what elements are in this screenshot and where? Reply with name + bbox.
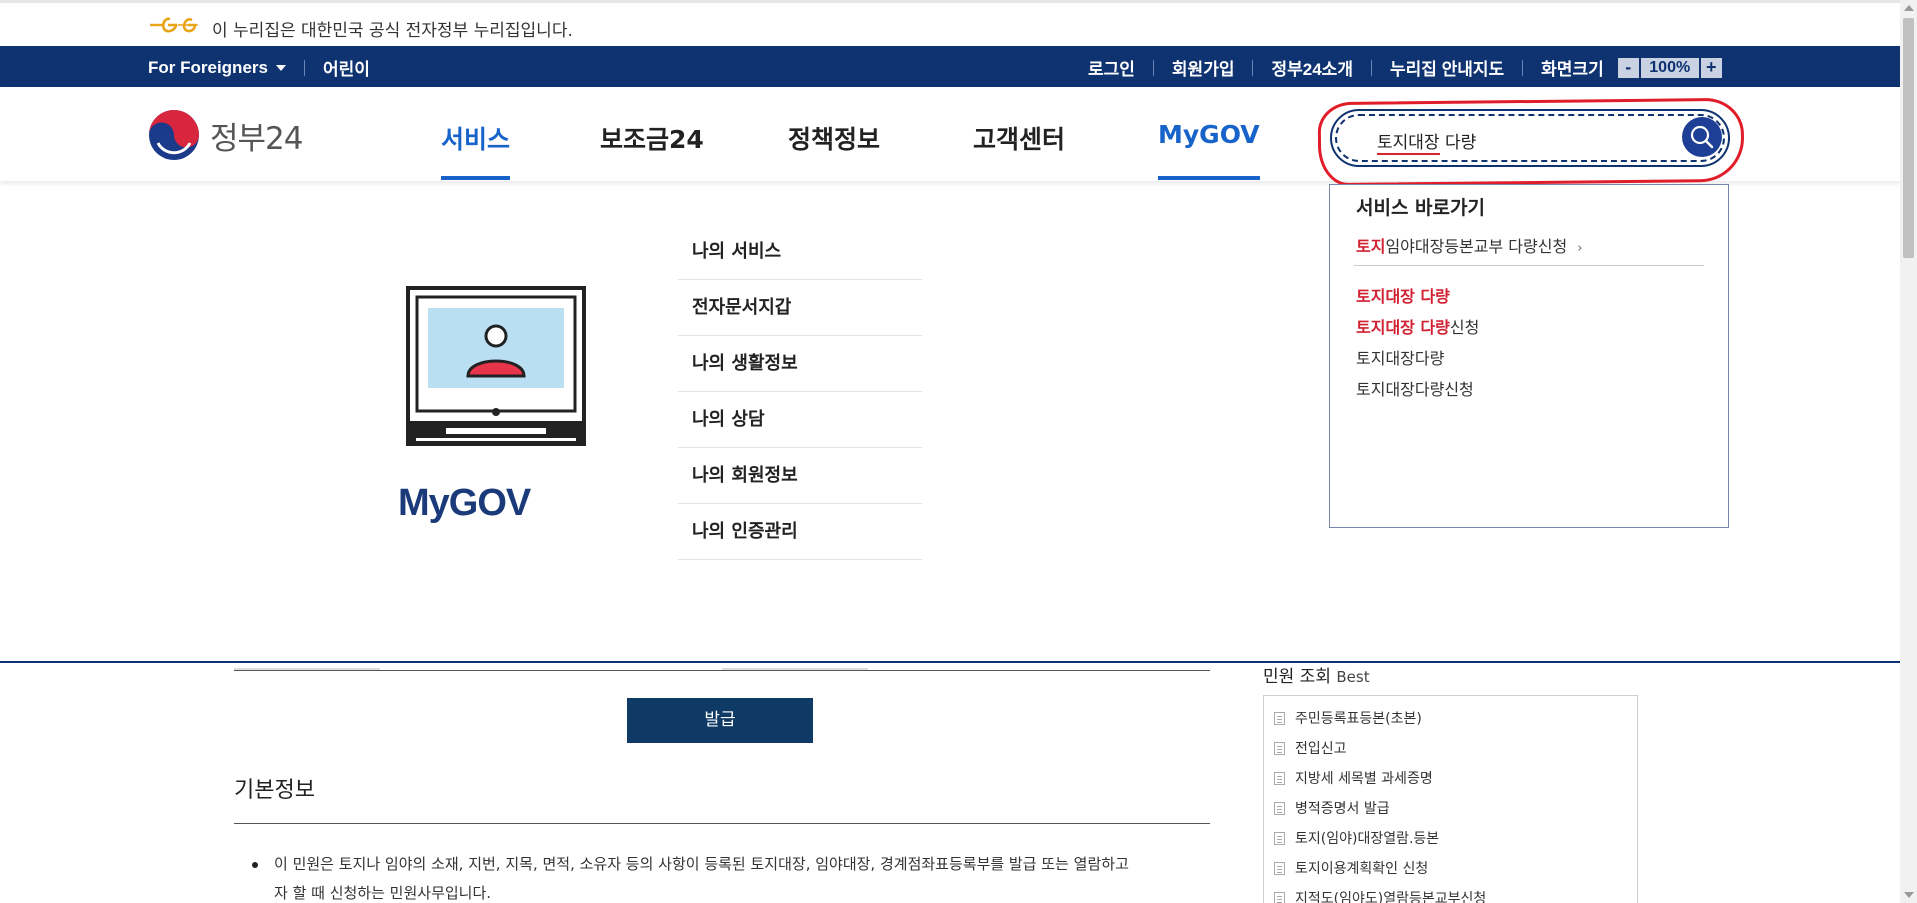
nav-mygov[interactable]: MyGOV [1158, 120, 1260, 180]
suggestion-item[interactable]: 토지대장다량신청 [1356, 376, 1479, 407]
description-line: 이 민원은 토지나 임야의 소재, 지번, 지목, 면적, 소유자 등의 사항이… [274, 855, 1129, 873]
nav-customer-center[interactable]: 고객센터 [973, 120, 1065, 156]
monitor-user-icon [406, 286, 586, 446]
zoom-level: 100% [1640, 57, 1699, 78]
egov-logo-icon [150, 17, 198, 33]
submenu-consultation[interactable]: 나의 상담 [678, 392, 922, 448]
best-item[interactable]: 병적증명서 발급 [1274, 798, 1390, 818]
suggestion-text: 토지대장다량신청 [1356, 380, 1474, 399]
service-shortcut-link[interactable]: 토지임야대장등본교부 다량신청 › [1356, 233, 1582, 257]
description-line: 자 할 때 신청하는 민원사무입니다. [274, 884, 492, 902]
logo-text: 정부24 [210, 120, 303, 157]
best-item[interactable]: 토지(임야)대장열람.등본 [1274, 828, 1439, 848]
scroll-up-icon[interactable] [1904, 5, 1914, 11]
best-item-label: 병적증명서 발급 [1295, 801, 1390, 817]
submenu-life-info[interactable]: 나의 생활정보 [678, 336, 922, 392]
suggestion-list: 토지대장 다량 토지대장 다량신청 토지대장다량 토지대장다량신청 [1356, 283, 1479, 407]
best-list: 주민등록표등본(초본) 전입신고 지방세 세목별 과세증명 병적증명서 발급 토… [1263, 695, 1638, 903]
suggestion-item[interactable]: 토지대장 다량신청 [1356, 314, 1479, 345]
submenu-auth-management[interactable]: 나의 인증관리 [678, 504, 922, 560]
document-icon [1274, 741, 1285, 755]
page: { "gov_banner": { "text": "이 누리집은 대한민국 공… [0, 0, 1917, 903]
site-logo[interactable]: 정부24 [148, 109, 303, 161]
best-title-text: 민원 조회 [1263, 667, 1331, 687]
shortcut-text: 임야대장등본교부 다량신청 [1385, 237, 1568, 256]
chevron-right-icon: › [1577, 241, 1583, 256]
search-value: 토지대장 다량 [1377, 128, 1477, 155]
gov-banner: 이 누리집은 대한민국 공식 전자정부 누리집입니다. [0, 0, 1900, 46]
basic-info-heading: 기본정보 [234, 778, 315, 803]
best-title: 민원 조회 Best [1263, 662, 1370, 687]
for-foreigners-link[interactable]: For Foreigners [148, 58, 268, 78]
search-suggestions: 서비스 바로가기 토지임야대장등본교부 다량신청 › 토지대장 다량 토지대장 다… [1329, 184, 1729, 528]
best-item-label: 토지(임야)대장열람.등본 [1295, 831, 1440, 847]
login-link[interactable]: 로그인 [1070, 55, 1153, 80]
gov-banner-text: 이 누리집은 대한민국 공식 전자정부 누리집입니다. [212, 21, 573, 41]
zoom-control: - 100% + [1617, 57, 1722, 78]
best-item-label: 토지이용계획확인 신청 [1295, 861, 1429, 877]
zoom-out-button[interactable]: - [1617, 57, 1639, 78]
submenu-my-services[interactable]: 나의 서비스 [678, 224, 922, 280]
suggestion-text: 신청 [1449, 318, 1480, 337]
best-item[interactable]: 전입신고 [1274, 738, 1347, 758]
best-item[interactable]: 지적도(임야도)열람등본교부신청 [1274, 888, 1486, 903]
suggestion-text: 토지대장다량 [1356, 349, 1445, 368]
signup-link[interactable]: 회원가입 [1154, 55, 1253, 80]
highlight-text: 토지대장 다량 [1356, 318, 1450, 337]
nav-subsidy24[interactable]: 보조금24 [600, 120, 704, 156]
search-input[interactable]: 토지대장 다량 [1330, 109, 1730, 167]
section-divider [0, 661, 1900, 663]
best-item-label: 주민등록표등본(초본) [1295, 711, 1422, 727]
highlight-text: 토지대장 다량 [1356, 287, 1450, 306]
bullet-icon [252, 862, 258, 868]
taegeuk-emblem-icon [149, 110, 199, 160]
mygov-title: MyGOV [398, 482, 531, 524]
caret-down-icon[interactable] [275, 64, 286, 71]
divider [303, 59, 305, 76]
document-icon [1274, 801, 1285, 815]
suggestions-heading: 서비스 바로가기 [1356, 197, 1485, 219]
divider [234, 670, 1210, 671]
utility-nav: For Foreigners 어린이 로그인 회원가입 정부24소개 누리집 안… [0, 46, 1900, 87]
kids-link[interactable]: 어린이 [323, 55, 370, 80]
search-value-underlined: 토지대장 [1377, 133, 1440, 155]
search-icon [1690, 125, 1714, 149]
best-item-label: 지방세 세목별 과세증명 [1295, 771, 1433, 787]
submenu-member-info[interactable]: 나의 회원정보 [678, 448, 922, 504]
divider [234, 823, 1210, 824]
intro-link[interactable]: 정부24소개 [1253, 55, 1370, 80]
best-item[interactable]: 지방세 세목별 과세증명 [1274, 768, 1433, 788]
page-scrollbar[interactable] [1900, 0, 1917, 903]
issue-button[interactable]: 발급 [627, 698, 813, 743]
highlight-text: 토지 [1356, 237, 1386, 256]
mygov-submenu: 나의 서비스 전자문서지갑 나의 생활정보 나의 상담 나의 회원정보 나의 인… [678, 224, 922, 560]
scroll-down-icon[interactable] [1904, 892, 1914, 898]
best-item-label: 전입신고 [1295, 741, 1347, 757]
zoom-in-button[interactable]: + [1700, 57, 1722, 78]
document-icon [1274, 831, 1285, 845]
submenu-e-wallet[interactable]: 전자문서지갑 [678, 280, 922, 336]
divider [1354, 265, 1704, 266]
nav-policy-info[interactable]: 정책정보 [788, 120, 880, 156]
best-item[interactable]: 토지이용계획확인 신청 [1274, 858, 1428, 878]
document-icon [1274, 711, 1285, 725]
best-item-label: 지적도(임야도)열람등본교부신청 [1295, 891, 1487, 903]
sitemap-link[interactable]: 누리집 안내지도 [1372, 55, 1522, 80]
best-item[interactable]: 주민등록표등본(초본) [1274, 708, 1422, 728]
screen-size-label: 화면크기 [1541, 60, 1604, 79]
service-description: 이 민원은 토지나 임야의 소재, 지번, 지목, 면적, 소유자 등의 사항이… [252, 850, 1192, 903]
suggestion-item[interactable]: 토지대장 다량 [1356, 283, 1479, 314]
document-icon [1274, 891, 1285, 903]
nav-services[interactable]: 서비스 [441, 120, 511, 180]
best-title-small: Best [1336, 668, 1370, 686]
document-icon [1274, 861, 1285, 875]
document-icon [1274, 771, 1285, 785]
search-area: 토지대장 다량 [1317, 97, 1745, 187]
scrollbar-thumb[interactable] [1903, 18, 1914, 258]
suggestion-item[interactable]: 토지대장다량 [1356, 345, 1479, 376]
search-value-rest: 다량 [1439, 133, 1477, 153]
search-button[interactable] [1682, 117, 1722, 157]
